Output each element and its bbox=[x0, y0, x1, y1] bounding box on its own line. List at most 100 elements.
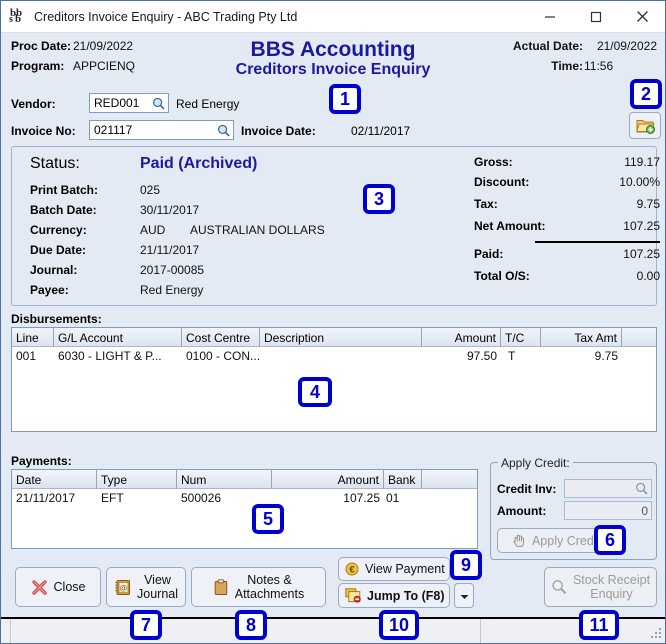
invoice-no-label: Invoice No: bbox=[11, 124, 76, 138]
currency-label: Currency: bbox=[30, 223, 87, 237]
col-num[interactable]: Num bbox=[177, 470, 272, 489]
col-gl-account[interactable]: G/L Account bbox=[54, 328, 182, 347]
close-button-action[interactable]: Close bbox=[15, 567, 101, 607]
attach-document-button[interactable] bbox=[629, 112, 661, 139]
proc-date-value: 21/09/2022 bbox=[73, 39, 134, 53]
col-cost-centre[interactable]: Cost Centre bbox=[182, 328, 260, 347]
paid-value: 107.25 bbox=[623, 247, 660, 261]
invoice-search-icon[interactable] bbox=[217, 124, 230, 137]
credit-amount-input[interactable]: 0 bbox=[564, 501, 652, 520]
callout-badge-7: 7 bbox=[130, 610, 162, 640]
credit-inv-search-icon[interactable] bbox=[635, 482, 648, 495]
cell-tc: T bbox=[508, 349, 516, 363]
disbursements-table[interactable]: Line G/L Account Cost Centre Description… bbox=[11, 327, 657, 432]
magnifier-icon bbox=[551, 579, 567, 595]
svg-text:@: @ bbox=[120, 583, 128, 592]
status-value: Paid (Archived) bbox=[140, 155, 258, 172]
vendor-label: Vendor: bbox=[11, 97, 56, 111]
header-band: BBS Accounting Creditors Invoice Enquiry… bbox=[1, 33, 665, 83]
close-button[interactable] bbox=[619, 1, 665, 33]
col-pay-amount[interactable]: Amount bbox=[272, 470, 384, 489]
gross-label: Gross: bbox=[474, 155, 513, 169]
credit-inv-input[interactable] bbox=[564, 479, 652, 498]
red-x-icon bbox=[31, 579, 48, 596]
vendor-code-input[interactable]: RED001 bbox=[89, 93, 169, 113]
cell-bank: 01 bbox=[386, 491, 400, 505]
invoice-no-input[interactable]: 021117 bbox=[89, 120, 234, 140]
col-date[interactable]: Date bbox=[12, 470, 97, 489]
discount-value: 10.00% bbox=[619, 175, 660, 189]
cell-date: 21/11/2017 bbox=[16, 491, 76, 505]
view-payment-button[interactable]: € View Payment bbox=[338, 557, 450, 581]
clipboard-icon bbox=[213, 578, 229, 596]
window-controls bbox=[527, 1, 665, 33]
amount-divider bbox=[535, 241, 660, 243]
actual-date-value: 21/09/2022 bbox=[596, 39, 657, 53]
view-journal-label-2: Journal bbox=[137, 587, 178, 601]
title-bar: bb sb Creditors Invoice Enquiry - ABC Tr… bbox=[1, 1, 665, 33]
callout-badge-4: 4 bbox=[298, 377, 332, 407]
euro-coin-icon: € bbox=[345, 562, 359, 576]
resize-grip[interactable] bbox=[650, 628, 662, 640]
col-description[interactable]: Description bbox=[260, 328, 422, 347]
paid-label: Paid: bbox=[474, 247, 504, 261]
currency-name: AUSTRALIAN DOLLARS bbox=[190, 223, 325, 237]
callout-badge-5: 5 bbox=[252, 504, 284, 534]
actual-date-label: Actual Date: bbox=[512, 39, 583, 53]
proc-date-label: Proc Date: bbox=[11, 39, 72, 53]
col-pay-spacer bbox=[422, 470, 477, 489]
batch-date-label: Batch Date: bbox=[30, 203, 97, 217]
cell-pay-amount: 107.25 bbox=[343, 491, 380, 505]
notes-attachments-button[interactable]: Notes & Attachments bbox=[191, 567, 326, 607]
stock-receipt-label-2: Enquiry bbox=[590, 587, 633, 601]
col-line[interactable]: Line bbox=[12, 328, 54, 347]
minimize-button[interactable] bbox=[527, 1, 573, 33]
invoice-no-value: 021117 bbox=[94, 123, 133, 137]
cell-description bbox=[260, 347, 422, 365]
col-bank[interactable]: Bank bbox=[384, 470, 422, 489]
program-value: APPCIENQ bbox=[73, 59, 136, 73]
cell-cost-centre: 0100 - CON... bbox=[186, 349, 260, 363]
view-journal-button[interactable]: @ View Journal bbox=[106, 567, 186, 607]
window-title: Creditors Invoice Enquiry - ABC Trading … bbox=[34, 9, 298, 24]
tax-value: 9.75 bbox=[636, 197, 660, 211]
view-payment-label: View Payment bbox=[365, 562, 445, 576]
status-bar bbox=[1, 617, 665, 643]
invoice-date-label: Invoice Date: bbox=[241, 124, 316, 138]
payments-table[interactable]: Date Type Num Amount Bank 21/11/2017 EFT… bbox=[11, 469, 478, 549]
vendor-code-value: RED001 bbox=[94, 96, 140, 110]
cell-gl-account: 6030 - LIGHT & P... bbox=[58, 349, 162, 363]
callout-badge-11: 11 bbox=[579, 610, 619, 640]
svg-text:€: € bbox=[349, 564, 355, 575]
callout-badge-9: 9 bbox=[450, 550, 482, 580]
disbursements-label: Disbursements: bbox=[11, 312, 102, 326]
payee-label: Payee: bbox=[30, 283, 69, 297]
bbs-logo-icon: bb sb bbox=[9, 6, 23, 25]
col-tc[interactable]: T/C bbox=[501, 328, 541, 347]
cell-amount: 97.50 bbox=[466, 349, 497, 363]
vendor-search-icon[interactable] bbox=[152, 97, 165, 110]
invoice-date-value: 02/11/2017 bbox=[351, 124, 411, 138]
tax-label: Tax: bbox=[474, 197, 498, 211]
col-spacer bbox=[622, 328, 656, 347]
stock-receipt-enquiry-button[interactable]: Stock Receipt Enquiry bbox=[544, 567, 657, 607]
time-label: Time: bbox=[551, 59, 583, 73]
maximize-button[interactable] bbox=[573, 1, 619, 33]
cell-line: 001 bbox=[16, 349, 37, 363]
col-tax-amt[interactable]: Tax Amt bbox=[541, 328, 622, 347]
journal-value: 2017-00085 bbox=[140, 263, 205, 277]
table-row[interactable]: 21/11/2017 EFT 500026 107.25 01 bbox=[12, 489, 477, 507]
jump-to-button[interactable]: Jump To (F8) bbox=[338, 583, 450, 608]
jump-to-dropdown-button[interactable] bbox=[454, 583, 474, 608]
cell-tax-amt: 9.75 bbox=[594, 349, 618, 363]
batch-date-value: 30/11/2017 bbox=[140, 203, 200, 217]
status-label: Status: bbox=[30, 155, 80, 172]
apply-credit-title: Apply Credit: bbox=[498, 456, 573, 470]
credit-inv-label: Credit Inv: bbox=[497, 482, 557, 496]
table-row[interactable]: 001 6030 - LIGHT & P... 0100 - CON... 97… bbox=[12, 347, 656, 365]
invoice-details-panel: Status: Paid (Archived) Print Batch: 025… bbox=[11, 146, 660, 306]
jump-to-label: Jump To (F8) bbox=[367, 588, 445, 603]
folder-add-icon bbox=[635, 117, 655, 134]
col-amount[interactable]: Amount bbox=[422, 328, 501, 347]
col-type[interactable]: Type bbox=[97, 470, 177, 489]
